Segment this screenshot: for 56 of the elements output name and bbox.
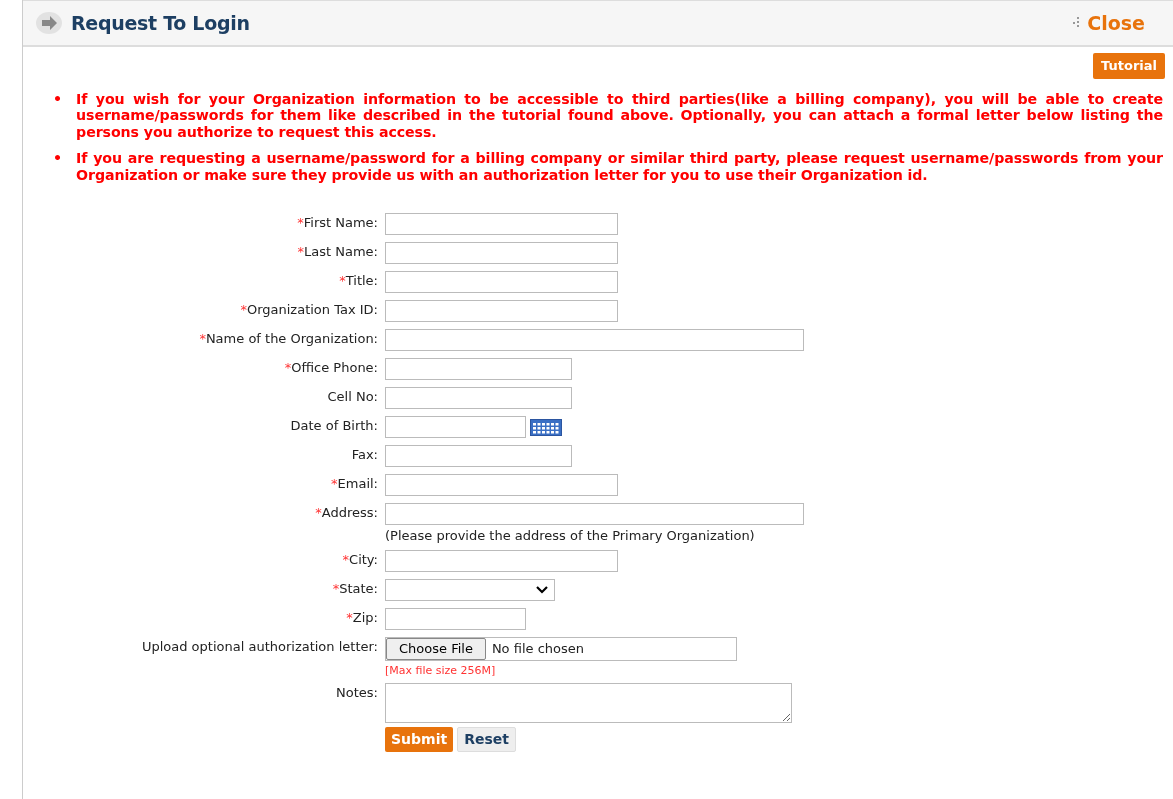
required-mark: * — [331, 476, 338, 491]
field-label: Title: — [345, 273, 378, 288]
notice-text: If you are requesting a username/password for a billing company or similar third party, please request username/passwords from your Organization or make sure they provide us with an authorization letter for you to use their Organization id. — [76, 150, 1163, 183]
field-label: State: — [339, 580, 378, 596]
field-label: Zip: — [352, 609, 378, 625]
text-field[interactable] — [385, 445, 572, 467]
text-field[interactable] — [385, 549, 618, 572]
notes-field[interactable] — [385, 683, 792, 723]
text-field[interactable] — [385, 387, 572, 409]
field-label: Office Phone: — [291, 360, 378, 375]
choose-file-button[interactable]: Choose File — [386, 637, 486, 660]
text-field[interactable] — [385, 271, 618, 293]
calendar-icon[interactable] — [530, 418, 562, 436]
field-label: Notes: — [336, 685, 378, 700]
text-field[interactable] — [385, 213, 618, 235]
required-mark: * — [199, 331, 206, 346]
state-dropdown[interactable] — [385, 578, 555, 601]
required-mark: * — [342, 551, 350, 567]
required-mark: * — [339, 273, 346, 288]
date-field[interactable] — [385, 416, 526, 438]
required-mark: * — [332, 580, 340, 596]
required-mark: * — [284, 360, 292, 375]
text-field[interactable] — [385, 607, 526, 630]
field-label: First Name: — [303, 215, 378, 230]
field-label: Email: — [337, 476, 378, 491]
grip-icon — [1073, 17, 1080, 29]
text-field[interactable] — [385, 329, 804, 351]
field-label: Last Name: — [304, 244, 378, 259]
field-label: Address: — [321, 505, 378, 520]
required-mark: * — [297, 244, 305, 259]
notice-text: If you wish for your Organization information to be accessible to third parties(like a billing company), you will be able to create username/passwords for them like described in the tutorial found above. Optionally, you can attach a formal letter below listing the persons you authorize to request this access. — [76, 90, 1163, 140]
text-field[interactable] — [385, 242, 618, 264]
reset-button[interactable]: Reset — [457, 727, 516, 752]
window-title: Request To Login — [71, 10, 250, 36]
file-field[interactable]: Choose File No file chosen — [385, 636, 737, 661]
bullet-mark: • — [53, 150, 63, 168]
file-status: No file chosen — [491, 639, 584, 658]
field-label: Fax: — [351, 447, 378, 462]
required-mark: * — [297, 215, 304, 230]
text-field[interactable] — [385, 474, 618, 496]
field-hint: (Please provide the address of the Primary Organization) — [385, 527, 756, 545]
field-label: Name of the Organization: — [205, 331, 378, 346]
field-label: Date of Birth: — [290, 418, 378, 433]
text-field[interactable] — [385, 300, 618, 322]
required-mark: * — [315, 505, 322, 520]
field-label: Upload optional authorization letter: — [141, 638, 378, 654]
text-field[interactable] — [385, 503, 804, 525]
file-size-note: [Max file size 256M] — [385, 662, 497, 679]
text-field[interactable] — [385, 358, 572, 380]
required-mark: * — [240, 302, 247, 317]
field-label: Organization Tax ID: — [246, 302, 378, 317]
bullet-mark: • — [53, 90, 63, 109]
required-mark: * — [346, 609, 353, 625]
chevron-icon — [536, 585, 548, 594]
field-label: Cell No: — [327, 389, 378, 404]
field-label: City: — [349, 551, 378, 567]
